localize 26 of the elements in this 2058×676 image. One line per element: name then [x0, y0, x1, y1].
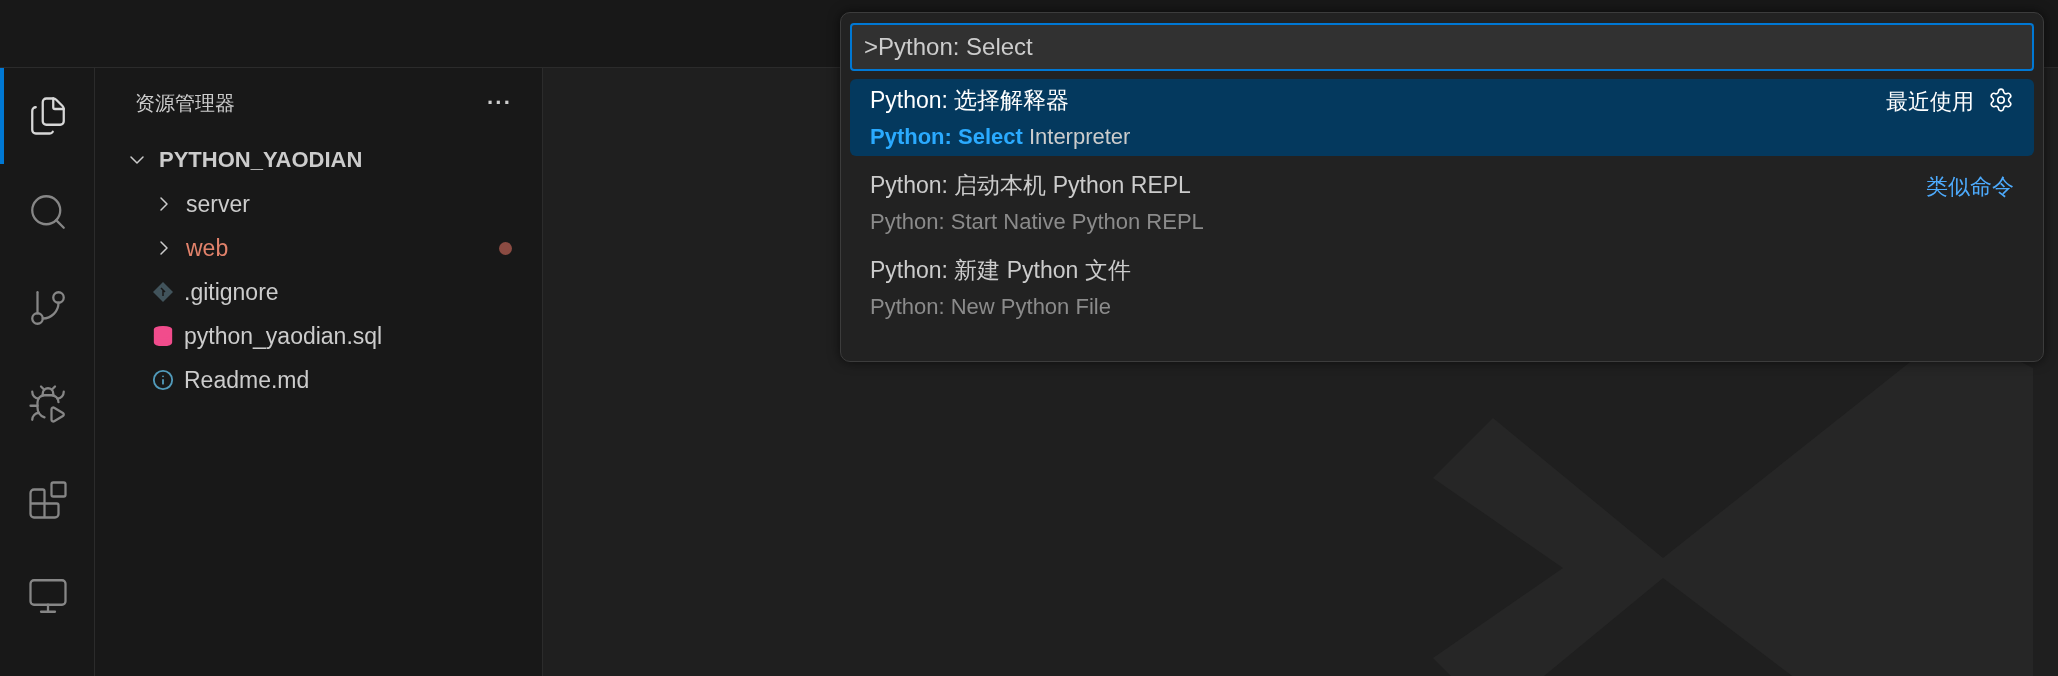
command-description: Python: Start Native Python REPL: [870, 209, 1204, 235]
command-label: Python: 启动本机 Python REPL: [870, 171, 1192, 200]
info-icon: [152, 369, 174, 391]
file-name[interactable]: python_yaodian.sql: [184, 322, 512, 350]
more-button[interactable]: ···: [483, 90, 516, 116]
panel-title: 资源管理器: [135, 90, 235, 116]
command-label: Python: 选择解释器: [870, 86, 1071, 115]
similar-commands-link[interactable]: 类似命令: [1926, 172, 2014, 202]
command-item[interactable]: Python: 选择解释器 Python: Select Interpreter 最近使用: [850, 79, 2034, 156]
git-file-icon: [152, 281, 174, 303]
settings-button[interactable]: [1988, 87, 2014, 113]
command-item[interactable]: Python: 启动本机 Python REPL Python: Start Native Python REPL 类似命令: [850, 164, 2034, 241]
command-input[interactable]: >Python: Select: [850, 23, 2034, 71]
recently-used-label: 最近使用: [1886, 88, 1974, 116]
extensions-icon: [26, 479, 69, 521]
folder-name[interactable]: web: [186, 234, 489, 262]
command-item[interactable]: Python: 新建 Python 文件 Python: New Python File: [850, 249, 2034, 326]
command-label: Python: 新建 Python 文件: [870, 256, 1131, 285]
command-description: Python: Select Interpreter: [870, 124, 1131, 150]
command-description: Python: New Python File: [870, 294, 1112, 320]
database-icon: [152, 325, 174, 347]
file-name[interactable]: .gitignore: [184, 278, 512, 306]
modified-dot: [499, 241, 512, 255]
folder-name[interactable]: server: [186, 190, 512, 218]
file-name[interactable]: Readme.md: [184, 366, 512, 394]
folder-title[interactable]: PYTHON_YAODIAN: [159, 147, 363, 173]
